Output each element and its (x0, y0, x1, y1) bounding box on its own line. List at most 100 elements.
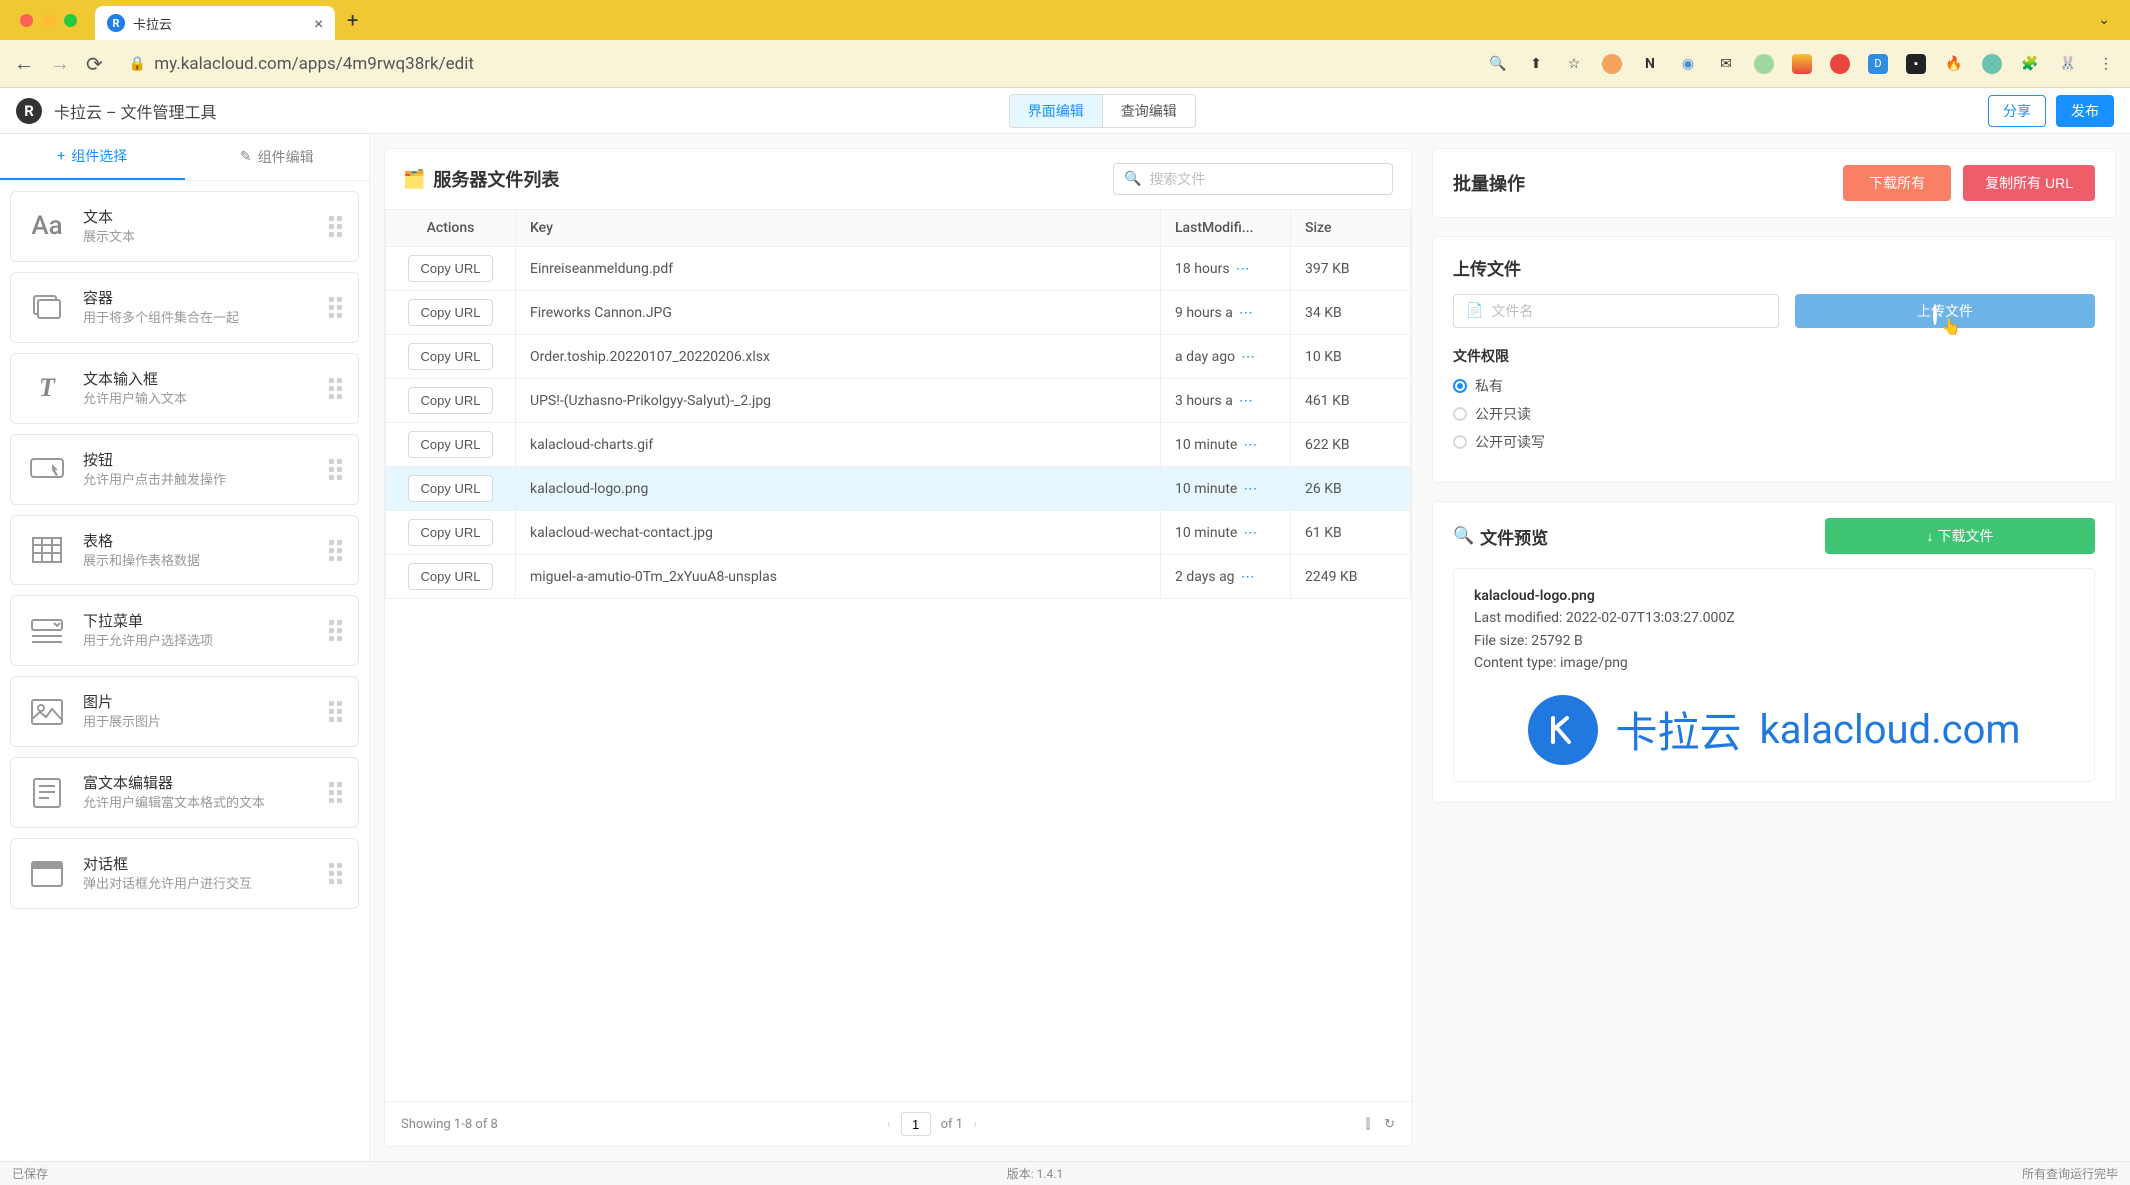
component-name: 表格 (83, 530, 313, 551)
row-more-icon[interactable]: ⋯ (1239, 305, 1253, 321)
copy-url-button[interactable]: Copy URL (408, 255, 494, 282)
sidebar-tab-edit[interactable]: ✎ 组件编辑 (185, 134, 370, 180)
component-card[interactable]: 表格展示和操作表格数据 (10, 515, 359, 586)
row-more-icon[interactable]: ⋯ (1243, 525, 1257, 541)
copy-url-button[interactable]: Copy URL (408, 343, 494, 370)
forward-button[interactable]: → (50, 51, 70, 76)
col-lastmod[interactable]: LastModifi... (1161, 210, 1291, 247)
tab-title: 卡拉云 (133, 14, 306, 33)
publish-button[interactable]: 发布 (2056, 95, 2114, 127)
share-icon[interactable]: ⬆ (1526, 54, 1546, 74)
share-button[interactable]: 分享 (1988, 95, 2046, 127)
url-field[interactable]: 🔒 my.kalacloud.com/apps/4m9rwq38rk/edit (119, 48, 484, 80)
new-tab-button[interactable]: + (347, 8, 358, 32)
ext-icon-8[interactable]: 🔥 (1944, 54, 1964, 74)
radio-readonly[interactable]: 公开只读 (1453, 404, 2095, 424)
page-input[interactable] (901, 1112, 931, 1136)
component-card[interactable]: 对话框弹出对话框允许用户进行交互 (10, 838, 359, 909)
seg-query-edit[interactable]: 查询编辑 (1102, 95, 1195, 127)
filename-input[interactable]: 📄 文件名 (1453, 294, 1779, 328)
seg-ui-edit[interactable]: 界面编辑 (1010, 95, 1102, 127)
folder-icon: 🗂️ (403, 169, 425, 190)
app-logo: R (16, 98, 42, 124)
ext-icon-7[interactable]: ▪ (1906, 54, 1926, 74)
menu-icon[interactable]: ⋮ (2096, 54, 2116, 74)
row-more-icon[interactable]: ⋯ (1243, 437, 1257, 453)
component-card[interactable]: Aa文本展示文本 (10, 191, 359, 262)
radio-readwrite[interactable]: 公开可读写 (1453, 432, 2095, 452)
browser-tab[interactable]: R 卡拉云 × (95, 6, 335, 40)
copy-url-button[interactable]: Copy URL (408, 563, 494, 590)
ext-icon-3[interactable] (1754, 54, 1774, 74)
cell-key: miguel-a-amutio-0Tm_2xYuuA8-unsplas (516, 555, 1161, 599)
notion-icon[interactable]: N (1640, 54, 1660, 74)
tab-close-icon[interactable]: × (314, 14, 323, 33)
table-row[interactable]: Copy URLkalacloud-logo.png10 minute⋯26 K… (386, 467, 1411, 511)
table-row[interactable]: Copy URLFireworks Cannon.JPG9 hours a⋯34… (386, 291, 1411, 335)
preview-contenttype: Content type: image/png (1474, 652, 2074, 674)
component-card[interactable]: 富文本编辑器允许用户编辑富文本格式的文本 (10, 757, 359, 828)
refresh-icon[interactable]: ↻ (1384, 1117, 1395, 1132)
copy-url-button[interactable]: Copy URL (408, 387, 494, 414)
sidebar-tab-select[interactable]: + 组件选择 (0, 134, 185, 180)
back-button[interactable]: ← (14, 51, 34, 76)
component-card[interactable]: T文本输入框允许用户输入文本 (10, 353, 359, 424)
row-more-icon[interactable]: ⋯ (1241, 349, 1255, 365)
copy-url-button[interactable]: Copy URL (408, 299, 494, 326)
star-icon[interactable]: ☆ (1564, 54, 1584, 74)
table-row[interactable]: Copy URLOrder.toship.20220107_20220206.x… (386, 335, 1411, 379)
row-more-icon[interactable]: ⋯ (1239, 393, 1253, 409)
copy-url-button[interactable]: Copy URL (408, 519, 494, 546)
col-actions[interactable]: Actions (386, 210, 516, 247)
table-row[interactable]: Copy URLEinreiseanmeldung.pdf18 hours⋯39… (386, 247, 1411, 291)
component-card[interactable]: 图片用于展示图片 (10, 676, 359, 747)
preview-title: 🔍 文件预览 (1453, 524, 1548, 549)
table-row[interactable]: Copy URLkalacloud-wechat-contact.jpg10 m… (386, 511, 1411, 555)
drag-grip-icon (329, 620, 342, 641)
ext-icon-10[interactable]: 🐰 (2058, 54, 2078, 74)
maximize-window-button[interactable] (64, 14, 77, 27)
table-row[interactable]: Copy URLkalacloud-charts.gif10 minute⋯62… (386, 423, 1411, 467)
component-card[interactable]: 下拉菜单用于允许用户选择选项 (10, 595, 359, 666)
radio-private[interactable]: 私有 (1453, 376, 2095, 396)
col-size[interactable]: Size (1291, 210, 1411, 247)
table-row[interactable]: Copy URL miguel-a-amutio-0Tm_2xYuuA8-unsp… (386, 555, 1411, 599)
ext-icon-4[interactable] (1792, 54, 1812, 74)
mail-icon[interactable]: ✉ (1716, 54, 1736, 74)
component-card[interactable]: 按钮允许用户点击并触发操作 (10, 434, 359, 505)
preview-panel: 🔍 文件预览 ↓ 下载文件 kalacloud-logo.png Last mo… (1432, 501, 2116, 803)
page-next-icon[interactable]: › (973, 1117, 977, 1132)
download-all-button[interactable]: 下载所有 (1843, 165, 1951, 201)
ext-icon-5[interactable] (1830, 54, 1850, 74)
ext-icon-2[interactable]: ◉ (1678, 54, 1698, 74)
ext-icon-6[interactable]: D (1868, 54, 1888, 74)
close-window-button[interactable] (20, 14, 33, 27)
col-key[interactable]: Key (516, 210, 1161, 247)
minimize-window-button[interactable] (42, 14, 55, 27)
preview-lastmod: Last modified: 2022-02-07T13:03:27.000Z (1474, 607, 2074, 629)
component-card[interactable]: 容器用于将多个组件集合在一起 (10, 272, 359, 343)
table-row[interactable]: Copy URLUPS!-(Uzhasno-Prikolgyy-Salyut)-… (386, 379, 1411, 423)
row-more-icon[interactable]: ⋯ (1236, 261, 1250, 277)
tabs-overflow-icon[interactable]: ⌄ (2098, 12, 2110, 28)
search-input-field[interactable] (1149, 171, 1382, 187)
ext-icon-1[interactable] (1602, 54, 1622, 74)
pagination: ‹ of 1 › (887, 1112, 977, 1136)
copy-url-button[interactable]: Copy URL (408, 431, 494, 458)
copy-url-button[interactable]: Copy URL (408, 475, 494, 502)
ext-icon-9[interactable] (1982, 54, 2002, 74)
search-icon[interactable]: 🔍 (1488, 54, 1508, 74)
page-prev-icon[interactable]: ‹ (887, 1117, 891, 1132)
radio-icon (1453, 407, 1467, 421)
extensions-icon[interactable]: 🧩 (2020, 54, 2040, 74)
search-files-input[interactable]: 🔍 (1113, 163, 1393, 195)
download-file-button[interactable]: ↓ 下载文件 (1825, 518, 2095, 554)
app-title: 卡拉云 – 文件管理工具 (54, 99, 216, 123)
upload-file-button[interactable]: 上传文件 👆 (1795, 294, 2095, 328)
filter-icon[interactable]: ⫿ (1366, 1117, 1370, 1132)
row-more-icon[interactable]: ⋯ (1243, 481, 1257, 497)
copy-all-urls-button[interactable]: 复制所有 URL (1963, 165, 2095, 201)
reload-button[interactable]: ⟳ (86, 52, 103, 76)
row-more-icon[interactable]: ⋯ (1241, 569, 1255, 585)
component-desc: 用于允许用户选择选项 (83, 634, 313, 651)
